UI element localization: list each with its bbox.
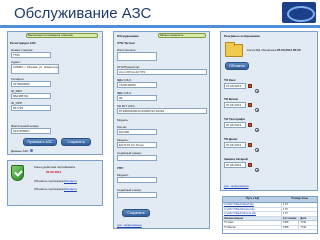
table-cell: ТО Весов [223, 225, 282, 229]
table-cell[interactable]: C:\АЗС77\Back\Sklad.bkp [223, 203, 282, 207]
column-header: Дата [300, 216, 307, 220]
item-date-input[interactable]: 07.06.2013 [224, 142, 246, 148]
table-cell: 1 Гб [282, 203, 288, 206]
id-rev-input[interactable]: 8A0185702 [11, 93, 51, 99]
item-radio[interactable] [255, 108, 259, 112]
phone-input[interactable]: 4770000000 [11, 81, 51, 87]
shield-icon [11, 165, 24, 181]
item-date-input[interactable]: 07.06.2013 [224, 162, 246, 168]
cert-expiry-date: 25.03.2014 [46, 170, 62, 174]
serial-number-input[interactable] [117, 155, 157, 161]
table-cell: 1 Гб [282, 207, 288, 211]
more-info-link[interactable]: доп. информация [224, 184, 249, 188]
equipment-label: Оборудование [117, 34, 139, 38]
table-cell[interactable]: C:\АЗС77\Back\Oborud.bkp [223, 212, 282, 216]
cert-update-link[interactable]: обновить [64, 187, 77, 191]
payment-note: Выполняется проверка платежа [26, 33, 98, 38]
certificate-panel: Конец действия сертификата 25.03.2014 Об… [7, 160, 103, 206]
table-cell: ТО Касс [223, 221, 282, 225]
calendar-icon[interactable] [248, 103, 252, 107]
item-radio[interactable] [255, 89, 259, 93]
refresh-button[interactable]: Обновить [225, 62, 249, 70]
model-input[interactable]: ECO98 [117, 129, 157, 135]
item-date-input[interactable]: 07.06.2013 [224, 83, 246, 89]
table-cell: 7308 [282, 221, 300, 225]
title-divider [0, 25, 320, 28]
item-date-input[interactable]: 07.06.2013 [224, 122, 246, 128]
bind-station-button[interactable]: Привязать АЗС [23, 138, 57, 146]
folder-icon [225, 42, 243, 57]
backup-updated-date: 25.03.2014 05:00 [277, 48, 301, 52]
actual-number-input[interactable]: 0147455567 [11, 128, 51, 134]
address-input[interactable]: 109052, г. Москва, ул. Нижегородская... [11, 64, 59, 74]
column-header: Состояние [282, 216, 300, 220]
item-label: Замена батарей [224, 157, 248, 161]
kkt-number-input[interactable]: 8710000100013 00040722 42334 [117, 108, 207, 114]
info-icon [30, 149, 33, 152]
item-radio[interactable] [255, 148, 259, 152]
backup-label: Резервное копирование [224, 34, 260, 38]
manufacturer-input[interactable] [117, 52, 157, 61]
fdn2-input[interactable]: 99 [117, 95, 157, 101]
calendar-icon[interactable] [248, 123, 252, 127]
more-info-link[interactable]: доп. информация [117, 223, 142, 227]
left-panel-footer: Данные АЗС [11, 149, 29, 153]
table-cell: 1 Гб [282, 212, 288, 215]
table-cell: 7308 [282, 225, 300, 229]
left-panel: Выполняется проверка платежа Регистрация… [7, 31, 103, 155]
cert-row-label: Обновить сертификат: [34, 187, 66, 191]
table-cell: 7730 [300, 225, 307, 229]
fdn-input[interactable]: 7129016050 [117, 82, 157, 88]
processor-input[interactable]: Атол FPrint-22 ПТК [117, 69, 207, 75]
save-button[interactable]: Сохранить [122, 209, 150, 217]
serial-input[interactable]: ECT170 Гит Плюс [117, 142, 157, 148]
logo-icon [282, 2, 316, 23]
middle-panel: Оборудование Можно изменить ЧТО-Теггинг … [113, 31, 210, 229]
station-number-input[interactable]: 7705 [11, 52, 51, 58]
calendar-icon[interactable] [248, 143, 252, 147]
item-radio[interactable] [255, 128, 259, 132]
table-cell: 7730 [300, 221, 307, 224]
cert-row-label: Обновить сертификат: [34, 179, 66, 183]
item-date-input[interactable]: 07.06.2013 [224, 102, 246, 108]
id-npp-input[interactable]: 657735 [11, 105, 51, 111]
item-label: ТО Денег [224, 137, 238, 141]
backup-updated-label: Копия БД обновлена: [247, 48, 277, 52]
calendar-icon[interactable] [248, 84, 252, 88]
cert-update-link[interactable]: обновить [64, 179, 77, 183]
calendar-icon[interactable] [248, 163, 252, 167]
column-header: Путь к БД [223, 197, 282, 202]
table-row[interactable]: ТО Весов 7308 7730 [223, 225, 317, 230]
upu-label: УПУ: [117, 166, 124, 170]
page-title: Обслуживание АЗС [14, 5, 152, 22]
right-panel: Резервное копирование Обновить Копия БД … [220, 31, 318, 191]
upu-model-input[interactable] [117, 177, 157, 183]
item-label: ТО Тахографа [224, 117, 245, 121]
backup-table: Путь к БД Размер базы C:\АЗС77\Back\Skla… [222, 196, 318, 234]
save-button[interactable]: Сохранить [61, 138, 91, 146]
column-header: Наименование [223, 216, 282, 220]
column-header: Размер базы [291, 197, 309, 200]
item-label: ТО Касс [224, 78, 236, 82]
item-radio[interactable] [255, 168, 259, 172]
cert-expiry-label: Конец действия сертификата [34, 165, 75, 169]
item-label: ТО Весов [224, 97, 239, 101]
middle-panel-header: ЧТО-Теггинг [117, 41, 135, 45]
left-panel-header: Регистрация АЗС [10, 41, 36, 45]
model-label: Модель: [117, 118, 129, 122]
table-cell[interactable]: C:\АЗС77\Back\Kassa.bkp [223, 207, 282, 211]
upu-serial-input[interactable] [117, 192, 157, 198]
editable-note: Можно изменить [158, 33, 206, 38]
